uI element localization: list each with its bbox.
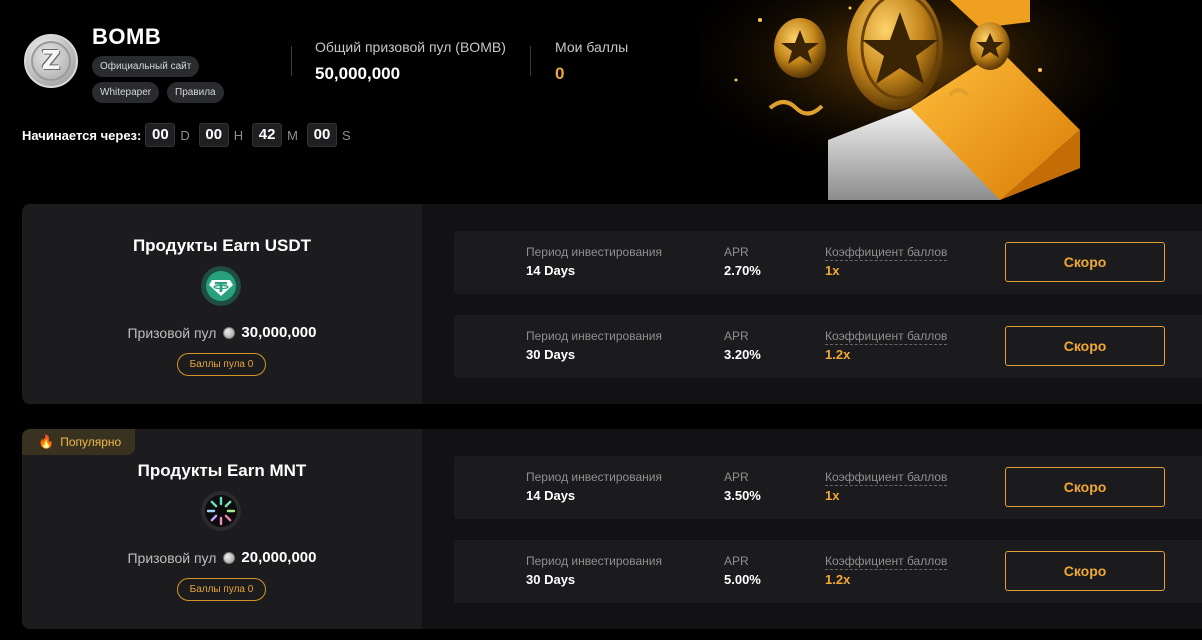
token-logo-letter: Z: [31, 41, 71, 81]
apr-label: APR: [724, 245, 749, 259]
product-row: Период инвестирования 30 Days APR 3.20% …: [454, 315, 1202, 378]
coefficient-value: 1.2x: [825, 572, 851, 587]
bomb-token-logo: Z: [24, 34, 78, 88]
product-row: Период инвестирования 14 Days APR 3.50% …: [454, 456, 1202, 519]
my-points-value: 0: [555, 64, 565, 83]
product-title: Продукты Earn MNT: [137, 461, 307, 480]
prize-pool-label: Призовой пул: [127, 549, 217, 566]
period-value: 30 Days: [526, 572, 576, 587]
countdown-seconds-unit: S: [341, 127, 351, 143]
period-value: 14 Days: [526, 488, 576, 503]
apr-label: APR: [724, 554, 749, 568]
soon-button[interactable]: Скоро: [1005, 467, 1165, 507]
gift-box-illustration: [700, 0, 1120, 200]
total-pool-value: 50,000,000: [315, 64, 401, 83]
token-name: BOMB: [92, 24, 162, 49]
product-row: Период инвестирования 14 Days APR 2.70% …: [454, 231, 1202, 294]
period-label: Период инвестирования: [526, 329, 662, 343]
countdown-timer: Начинается через: 00 D 00 H 42 M 00 S: [22, 123, 360, 147]
bomb-coin-icon: [223, 326, 236, 339]
header-divider: [291, 46, 292, 76]
my-points-label: Мои баллы: [555, 39, 629, 55]
total-pool-label: Общий призовой пул (BOMB): [315, 39, 506, 55]
coefficient-label[interactable]: Коэффициент баллов: [825, 329, 948, 345]
apr-label: APR: [724, 470, 749, 484]
soon-button[interactable]: Скоро: [1005, 551, 1165, 591]
tether-icon: [201, 266, 241, 306]
period-label: Период инвестирования: [526, 554, 662, 568]
apr-value: 3.20%: [724, 347, 761, 362]
countdown-hours: 00: [198, 123, 229, 147]
earn-mnt-panel: 🔥 Популярно Продукты Earn MNT Призовой п…: [22, 429, 1202, 629]
pool-points-button[interactable]: Баллы пула 0: [177, 353, 266, 376]
period-label: Период инвестирования: [526, 245, 662, 259]
countdown-label: Начинается через:: [22, 127, 142, 143]
countdown-minutes-unit: M: [287, 127, 298, 143]
apr-value: 2.70%: [724, 263, 761, 278]
official-site-link[interactable]: Официальный сайт: [92, 56, 200, 77]
header-divider: [530, 46, 531, 76]
prize-pool: Призовой пул 30,000,000: [22, 324, 422, 341]
countdown-minutes: 42: [252, 123, 283, 147]
prize-pool-value: 20,000,000: [241, 549, 317, 566]
prize-pool: Призовой пул 20,000,000: [22, 549, 422, 566]
coefficient-value: 1.2x: [825, 347, 851, 362]
whitepaper-link[interactable]: Whitepaper: [92, 82, 160, 103]
fire-icon: 🔥: [38, 434, 55, 449]
product-summary: Продукты Earn USDT Призовой пул 30,000,0…: [22, 204, 422, 404]
apr-value: 3.50%: [724, 488, 761, 503]
product-row: Период инвестирования 30 Days APR 5.00% …: [454, 540, 1202, 603]
product-title: Продукты Earn USDT: [132, 236, 312, 255]
coefficient-value: 1x: [825, 263, 840, 278]
prize-pool-value: 30,000,000: [241, 324, 317, 341]
coefficient-label[interactable]: Коэффициент баллов: [825, 554, 948, 570]
campaign-header: Z BOMB Официальный сайт Whitepaper Прави…: [0, 0, 1202, 200]
pool-points-button[interactable]: Баллы пула 0: [177, 578, 266, 601]
coefficient-label[interactable]: Коэффициент баллов: [825, 245, 948, 261]
popular-badge: 🔥 Популярно: [22, 429, 136, 455]
countdown-seconds: 00: [306, 123, 337, 147]
rules-link[interactable]: Правила: [167, 82, 224, 103]
countdown-days: 00: [145, 123, 176, 147]
coefficient-label[interactable]: Коэффициент баллов: [825, 470, 948, 486]
countdown-hours-unit: H: [233, 127, 244, 143]
product-summary: 🔥 Популярно Продукты Earn MNT Призовой п…: [22, 429, 422, 629]
earn-usdt-panel: Продукты Earn USDT Призовой пул 30,000,0…: [22, 204, 1202, 404]
prize-pool-label: Призовой пул: [127, 324, 217, 341]
soon-button[interactable]: Скоро: [1005, 326, 1165, 366]
soon-button[interactable]: Скоро: [1005, 242, 1165, 282]
period-value: 30 Days: [526, 347, 576, 362]
apr-value: 5.00%: [724, 572, 761, 587]
countdown-days-unit: D: [180, 127, 190, 143]
apr-label: APR: [724, 329, 749, 343]
bomb-coin-icon: [223, 551, 236, 564]
period-value: 14 Days: [526, 263, 576, 278]
mantle-icon: [201, 491, 241, 531]
coefficient-value: 1x: [825, 488, 840, 503]
popular-badge-label: Популярно: [60, 435, 122, 449]
period-label: Период инвестирования: [526, 470, 662, 484]
